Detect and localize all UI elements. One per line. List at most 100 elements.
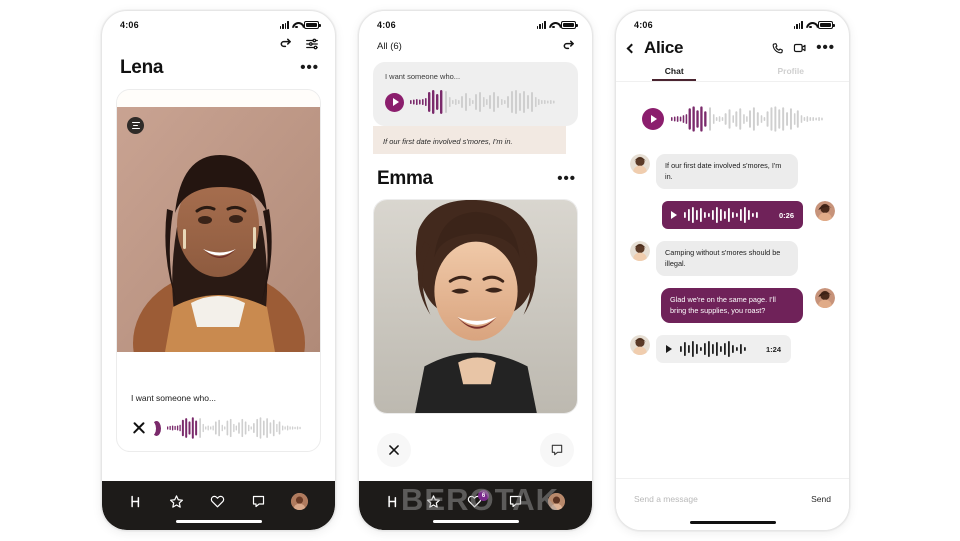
rewind-arrow-icon[interactable] bbox=[279, 37, 293, 51]
home-indicator bbox=[689, 520, 776, 524]
waveform-visual bbox=[683, 207, 758, 224]
status-time: 4:06 bbox=[634, 19, 653, 30]
phone2-screen: All (6) I want someone who... If our fir… bbox=[359, 33, 592, 530]
chat-message-incoming: If our first date involved s'mores, I'm … bbox=[630, 154, 835, 190]
message-bubble[interactable]: If our first date involved s'mores, I'm … bbox=[656, 154, 798, 190]
sidebar-item-profile[interactable] bbox=[291, 493, 309, 510]
liked-profile-title-row: Emma ••• bbox=[359, 154, 592, 190]
screenshot-stage: 4:06 Lena ••• I want someone who... 4:06… bbox=[0, 0, 960, 541]
avatar[interactable] bbox=[630, 335, 650, 356]
profile-photo-image bbox=[374, 200, 577, 413]
message-bubble[interactable]: Camping without s'mores should be illega… bbox=[656, 241, 798, 277]
avatar[interactable] bbox=[815, 288, 835, 309]
avatar[interactable] bbox=[630, 241, 650, 262]
chat-bubble-icon[interactable] bbox=[540, 433, 574, 467]
filter-sliders-icon[interactable] bbox=[305, 37, 319, 51]
chat-message-outgoing: Glad we're on the same page. I'll bring … bbox=[630, 288, 835, 324]
voice-prompt-text: I want someone who... bbox=[385, 72, 461, 81]
status-time: 4:06 bbox=[120, 19, 139, 30]
bottom-nav-bar: 6 bbox=[359, 481, 592, 530]
voice-duration: 1:24 bbox=[766, 344, 782, 354]
voice-prompt-text: I want someone who... bbox=[131, 393, 217, 403]
play-icon[interactable] bbox=[642, 108, 664, 130]
message-input[interactable]: Send a message bbox=[634, 494, 698, 504]
x-icon[interactable] bbox=[377, 433, 411, 467]
wifi-icon bbox=[806, 21, 815, 29]
discover-toolbar bbox=[102, 33, 335, 51]
voice-duration: 0:26 bbox=[778, 210, 794, 220]
send-button[interactable]: Send bbox=[811, 494, 831, 504]
sidebar-item-likes[interactable]: 6 bbox=[467, 490, 489, 509]
chat-contact-name: Alice bbox=[644, 38, 684, 57]
voice-waveform-row[interactable] bbox=[131, 415, 306, 441]
voice-message-player[interactable]: 0:26 bbox=[661, 201, 803, 230]
profile-more-button[interactable]: ••• bbox=[300, 60, 319, 75]
phone-icon[interactable] bbox=[771, 42, 784, 55]
status-bar: 4:06 bbox=[102, 11, 335, 33]
chat-message-incoming: Camping without s'mores should be illega… bbox=[630, 241, 835, 277]
waveform-visual[interactable] bbox=[410, 90, 565, 114]
profile-more-button[interactable]: ••• bbox=[557, 171, 576, 186]
battery-icon bbox=[304, 20, 321, 29]
play-icon[interactable] bbox=[385, 92, 404, 112]
page-title: Emma bbox=[377, 168, 433, 189]
tab-profile[interactable]: Profile bbox=[733, 66, 850, 81]
tab-chat[interactable]: Chat bbox=[616, 66, 733, 81]
likes-filter-row: All (6) bbox=[359, 33, 592, 53]
phone3-screen: Alice ••• Chat Profile If our first date… bbox=[616, 33, 849, 530]
sidebar-item-home[interactable] bbox=[129, 494, 144, 509]
message-bubble[interactable]: Glad we're on the same page. I'll bring … bbox=[661, 288, 803, 324]
waveform-visual[interactable] bbox=[671, 106, 829, 132]
incoming-voice-card[interactable]: I want someone who... bbox=[373, 62, 578, 126]
status-icons bbox=[536, 20, 578, 29]
battery-icon bbox=[561, 20, 578, 29]
profile-photo[interactable] bbox=[117, 107, 320, 352]
sidebar-item-matches[interactable] bbox=[251, 494, 266, 509]
page-title: Lena bbox=[120, 57, 164, 78]
sidebar-item-matches[interactable] bbox=[508, 494, 523, 509]
like-actions-bar bbox=[359, 419, 592, 481]
card-top-spacer bbox=[117, 90, 320, 107]
chat-more-button[interactable]: ••• bbox=[816, 40, 835, 55]
likes-filter-button[interactable]: All (6) bbox=[377, 41, 402, 52]
avatar[interactable] bbox=[815, 201, 835, 222]
rewind-arrow-icon[interactable] bbox=[562, 39, 576, 53]
avatar[interactable] bbox=[630, 154, 650, 174]
chat-thread: If our first date involved s'mores, I'm … bbox=[616, 81, 849, 530]
message-composer: Send a message Send bbox=[616, 478, 849, 530]
message-text: Camping without s'mores should be illega… bbox=[665, 248, 781, 268]
hero-voice-player[interactable] bbox=[630, 100, 835, 154]
sidebar-item-standouts[interactable] bbox=[426, 494, 441, 509]
sidebar-item-standouts[interactable] bbox=[169, 494, 184, 509]
profile-card[interactable]: I want someone who... bbox=[116, 89, 321, 452]
phone-mockup-discover: 4:06 Lena ••• I want someone who... bbox=[101, 10, 336, 531]
voice-player-row[interactable] bbox=[385, 90, 566, 114]
status-time: 4:06 bbox=[377, 19, 396, 30]
sidebar-item-home[interactable] bbox=[386, 494, 401, 509]
signal-bars-icon bbox=[279, 20, 289, 29]
play-icon[interactable] bbox=[670, 211, 677, 220]
phone1-screen: Lena ••• I want someone who... bbox=[102, 33, 335, 530]
status-bar: 4:06 bbox=[616, 11, 849, 33]
video-camera-icon[interactable] bbox=[793, 41, 807, 55]
message-text: Glad we're on the same page. I'll bring … bbox=[670, 295, 776, 315]
crescent-icon bbox=[152, 421, 161, 436]
profile-photo[interactable] bbox=[373, 199, 578, 414]
chat-message-incoming-voice: 1:24 bbox=[630, 335, 835, 364]
status-icons bbox=[279, 20, 321, 29]
message-text: If our first date involved s'mores, I'm … bbox=[665, 161, 782, 181]
status-bar: 4:06 bbox=[359, 11, 592, 33]
quote-text: If our first date involved s'mores, I'm … bbox=[383, 137, 513, 146]
home-indicator bbox=[175, 519, 262, 523]
chat-header: Alice ••• bbox=[616, 33, 849, 58]
play-icon[interactable] bbox=[666, 345, 672, 354]
back-chevron-icon[interactable] bbox=[626, 43, 637, 53]
profile-title-row: Lena ••• bbox=[102, 51, 335, 79]
sidebar-item-likes[interactable] bbox=[210, 494, 225, 509]
waveform-visual[interactable] bbox=[167, 415, 306, 441]
chat-message-outgoing-voice: 0:26 bbox=[630, 201, 835, 230]
sidebar-item-profile[interactable] bbox=[548, 493, 566, 510]
x-icon[interactable] bbox=[131, 421, 146, 436]
voice-message-player[interactable]: 1:24 bbox=[656, 335, 792, 364]
text-lines-icon[interactable] bbox=[127, 117, 144, 134]
